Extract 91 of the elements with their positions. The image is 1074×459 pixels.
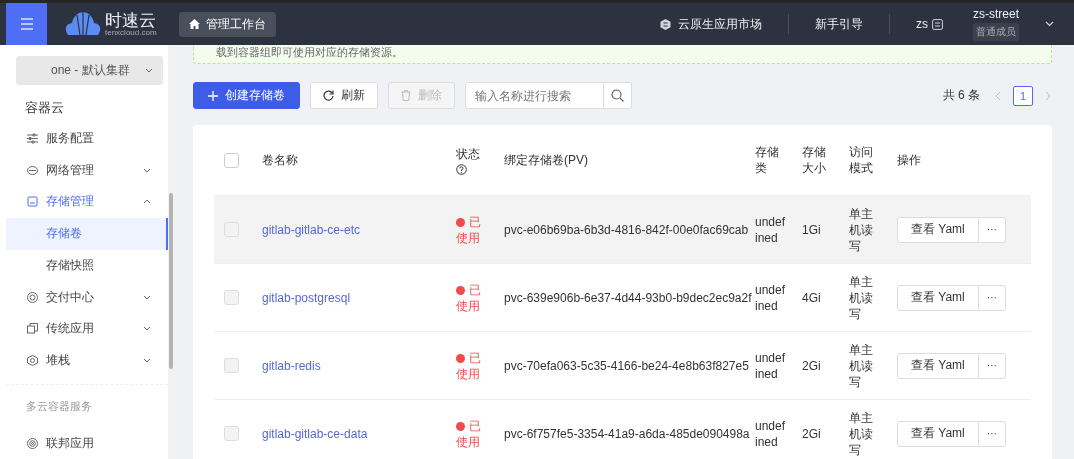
chevron-left-icon[interactable] [994, 90, 1001, 101]
checkbox[interactable] [223, 358, 239, 373]
status-text: 已使用 [456, 417, 482, 450]
plus-icon [208, 90, 218, 101]
status-text: 已使用 [456, 213, 482, 246]
notice-text: 载到容器组即可使用对应的存储资源。 [193, 45, 1052, 64]
column-header: 操作 [897, 151, 921, 169]
nav-item[interactable]: 服务配置 [0, 122, 168, 155]
chevron-down-icon [145, 67, 153, 73]
nav-item[interactable]: 联邦应用 [0, 427, 168, 459]
search-icon [611, 89, 624, 102]
table-cell-text: 单主机读写 [849, 409, 874, 458]
table-cell: pvc-6f757fe5-3354-41a9-a6da-485de090498a [504, 426, 750, 441]
table-cell: pvc-70efa063-5c35-4166-be24-4e8b63f827e5 [504, 358, 749, 373]
monitor-icon [27, 323, 38, 335]
column-header: 状态 [456, 145, 481, 162]
trash-icon [401, 90, 411, 101]
group-label: 多云容器服务 [25, 399, 93, 415]
status-text: 已使用 [456, 281, 482, 314]
volume-link[interactable]: gitlab-redis [262, 358, 321, 373]
menu-icon [19, 18, 34, 30]
scrollbar-thumb[interactable] [169, 193, 173, 369]
nav-subitem[interactable]: 存储卷 [6, 217, 168, 250]
column-header: 存储类 [755, 144, 780, 176]
nav-item[interactable]: 堆栈 [0, 344, 168, 377]
user-initials: zs [916, 17, 928, 31]
hexagon-icon [27, 355, 38, 366]
column-header: 绑定存储卷(PV) [504, 151, 588, 169]
cloud-logo-icon [64, 11, 102, 37]
search-button[interactable] [604, 82, 632, 109]
table-cell-text: 单主机读写 [849, 273, 874, 322]
sliders-icon [27, 133, 38, 145]
table-cell: pvc-e06b69ba-6b3d-4816-842f-00e0fac69cab [504, 222, 749, 237]
guide-link[interactable]: 新手引导 [815, 15, 863, 33]
logo-subtitle: tenxcloud.com [105, 28, 157, 37]
column-header: 存储大小 [802, 144, 827, 176]
section-title: 容器云 [24, 98, 65, 117]
checkbox[interactable] [223, 290, 239, 305]
more-button[interactable]: ··· [978, 284, 1006, 311]
page-button[interactable]: 1 [1013, 85, 1033, 106]
column-header: 卷名称 [262, 151, 298, 169]
role-tag: 普通成员 [973, 23, 1019, 41]
volume-link[interactable]: gitlab-gitlab-ce-data [262, 426, 368, 441]
nav-item[interactable]: 网络管理 [0, 154, 168, 187]
create-button[interactable]: 创建存储卷 [193, 82, 300, 109]
table-cell: undefined [755, 417, 786, 450]
nav-item[interactable]: 传统应用 [0, 312, 168, 345]
refresh-button[interactable]: 刷新 [310, 82, 378, 109]
more-button[interactable]: ··· [978, 352, 1006, 379]
card-icon[interactable] [932, 18, 943, 30]
view-yaml-button[interactable]: 查看 Yaml [897, 216, 979, 243]
refresh-icon [323, 90, 334, 101]
volume-link[interactable]: gitlab-postgresql [262, 290, 351, 305]
table-cell: 2Gi [802, 358, 821, 373]
home-icon [188, 19, 200, 29]
table-cell: undefined [755, 349, 786, 382]
view-yaml-button[interactable]: 查看 Yaml [897, 420, 979, 447]
table-cell: 1Gi [802, 222, 821, 237]
nav-subitem[interactable]: 存储快照 [0, 249, 168, 282]
checkbox[interactable] [223, 152, 239, 168]
target-icon [27, 437, 38, 449]
target-icon [27, 291, 38, 303]
view-yaml-button[interactable]: 查看 Yaml [897, 352, 979, 379]
logo-text: 时速云 [105, 11, 157, 29]
chevron-down-icon[interactable] [1045, 21, 1054, 27]
status-text: 已使用 [456, 349, 482, 382]
table-cell: pvc-639e906b-6e37-4d44-93b0-b9dec2ec9a2f [504, 290, 752, 305]
table-cell: undefined [755, 213, 786, 246]
user-name: zs-street [973, 7, 1019, 21]
table-cell: undefined [755, 281, 786, 314]
nav-item[interactable]: 交付中心 [0, 281, 168, 313]
help-icon[interactable] [456, 163, 467, 175]
column-header: 访问模式 [849, 144, 874, 176]
market-link[interactable]: 云原生应用市场 [660, 15, 762, 33]
checkbox[interactable] [223, 426, 239, 441]
table-cell: 4Gi [802, 290, 821, 305]
search-field[interactable]: 输入名称进行搜索 [465, 82, 604, 109]
chevron-right-icon[interactable] [1045, 90, 1052, 101]
nav-item[interactable]: 存储管理 [0, 186, 168, 218]
hexagon-icon [660, 18, 671, 30]
more-button[interactable]: ··· [978, 420, 1006, 447]
workspace-button[interactable]: 管理工作台 [178, 11, 276, 37]
table-cell-text: 单主机读写 [849, 205, 874, 254]
table-cell: 2Gi [802, 426, 821, 441]
total-count: 共 6 条 [942, 87, 980, 104]
view-yaml-button[interactable]: 查看 Yaml [897, 284, 979, 311]
more-button[interactable]: ··· [978, 216, 1006, 243]
cluster-select[interactable]: one - 默认集群 [16, 56, 163, 85]
table-cell-text: 单主机读写 [849, 341, 874, 390]
menu-button[interactable] [6, 3, 47, 45]
volume-link[interactable]: gitlab-gitlab-ce-etc [262, 222, 361, 237]
